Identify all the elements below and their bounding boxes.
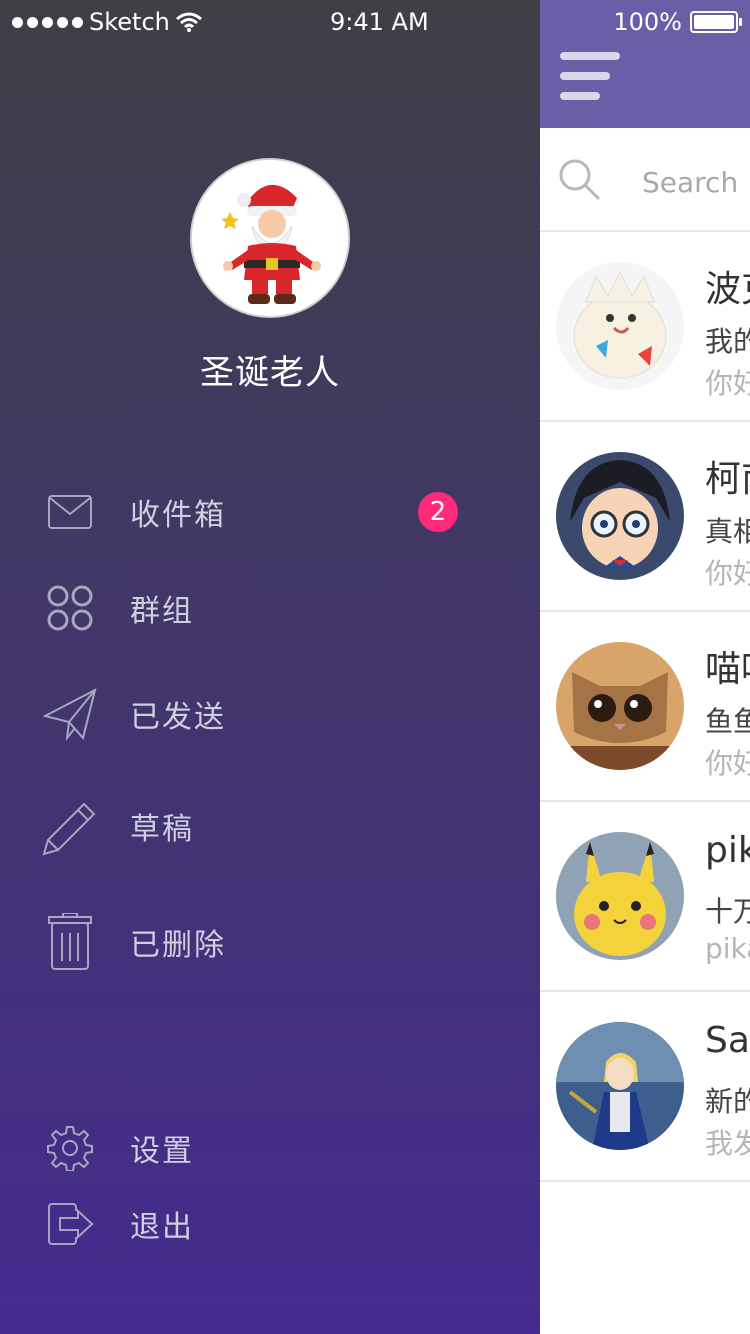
avatar xyxy=(556,1022,684,1150)
logout-icon xyxy=(40,1194,100,1254)
list-item[interactable]: 柯南 真相 你好 xyxy=(540,422,750,612)
menu-label-drafts: 草稿 xyxy=(130,812,194,847)
clock: 9:41 AM xyxy=(330,8,429,36)
menu-item-drafts[interactable]: 草稿 xyxy=(0,786,540,866)
contact-name: pika xyxy=(705,830,750,871)
search-placeholder: Search xyxy=(642,166,739,199)
contact-name: 柯南 xyxy=(705,459,750,500)
menu-item-groups[interactable]: 群组 xyxy=(0,568,540,648)
avatar xyxy=(556,832,684,960)
paper-plane-icon xyxy=(40,684,100,744)
menu-label-sent: 已发送 xyxy=(130,700,226,735)
message-subject: 鱼鱼 xyxy=(705,705,750,738)
message-subject: 我的 xyxy=(705,325,750,358)
pencil-icon xyxy=(40,796,100,856)
message-subject: 新的 xyxy=(705,1085,750,1118)
battery-indicator: 100% xyxy=(613,8,742,36)
avatar xyxy=(556,452,684,580)
menu-label-deleted: 已删除 xyxy=(130,928,226,963)
message-preview: 你好 xyxy=(705,747,750,780)
menu-item-settings[interactable]: 设置 xyxy=(0,1108,540,1188)
grid-circles-icon xyxy=(40,578,100,638)
signal-icon xyxy=(12,16,83,28)
status-bar: Sketch 9:41 AM 100% xyxy=(0,0,750,44)
santa-avatar-image xyxy=(192,160,348,316)
message-subject: 真相 xyxy=(705,515,750,548)
message-subject: 十万 xyxy=(705,895,750,928)
menu-label-logout: 退出 xyxy=(130,1210,194,1245)
menu-item-sent[interactable]: 已发送 xyxy=(0,674,540,754)
avatar xyxy=(556,262,684,390)
profile-avatar[interactable] xyxy=(190,158,350,318)
battery-percent: 100% xyxy=(613,8,682,36)
list-item[interactable]: 波克 我的 你好 xyxy=(540,232,750,422)
menu-label-settings: 设置 xyxy=(130,1134,194,1169)
menu-item-inbox[interactable]: 收件箱 2 xyxy=(0,472,540,552)
carrier-name: Sketch xyxy=(89,8,170,36)
message-preview: 你好 xyxy=(705,557,750,590)
list-item[interactable]: Saber 新的 我发 xyxy=(540,992,750,1182)
profile-name: 圣诞老人 xyxy=(200,353,340,393)
message-preview: pika xyxy=(705,932,750,965)
envelope-icon xyxy=(40,482,100,542)
contact-name: 波克 xyxy=(705,269,750,310)
carrier-indicator: Sketch xyxy=(12,8,202,36)
message-preview: 你好 xyxy=(705,367,750,400)
battery-icon xyxy=(690,11,742,33)
menu-label-inbox: 收件箱 xyxy=(130,498,226,533)
avatar xyxy=(556,642,684,770)
side-drawer: 圣诞老人 收件箱 2 群组 已发送 草稿 已删除 设置 退出 xyxy=(0,0,540,1334)
contact-name: Saber xyxy=(705,1020,750,1061)
wifi-icon xyxy=(175,12,202,32)
unread-badge: 2 xyxy=(418,492,458,532)
list-item[interactable]: 喵喵 鱼鱼 你好 xyxy=(540,612,750,802)
search-icon xyxy=(559,159,601,201)
trash-icon xyxy=(40,912,100,972)
gear-icon xyxy=(40,1118,100,1178)
list-item[interactable]: pika 十万 pika xyxy=(540,802,750,992)
menu-item-deleted[interactable]: 已删除 xyxy=(0,902,540,982)
hamburger-menu-icon[interactable] xyxy=(560,50,620,104)
message-preview: 我发 xyxy=(705,1127,750,1160)
search-bar[interactable]: Search xyxy=(540,128,750,232)
conversation-panel: Search 波克 我的 你好 柯南 真相 你好 喵喵 鱼鱼 你好 pika 十… xyxy=(540,0,750,1334)
menu-label-groups: 群组 xyxy=(130,594,194,629)
contact-name: 喵喵 xyxy=(705,649,750,690)
menu-item-logout[interactable]: 退出 xyxy=(0,1184,540,1264)
